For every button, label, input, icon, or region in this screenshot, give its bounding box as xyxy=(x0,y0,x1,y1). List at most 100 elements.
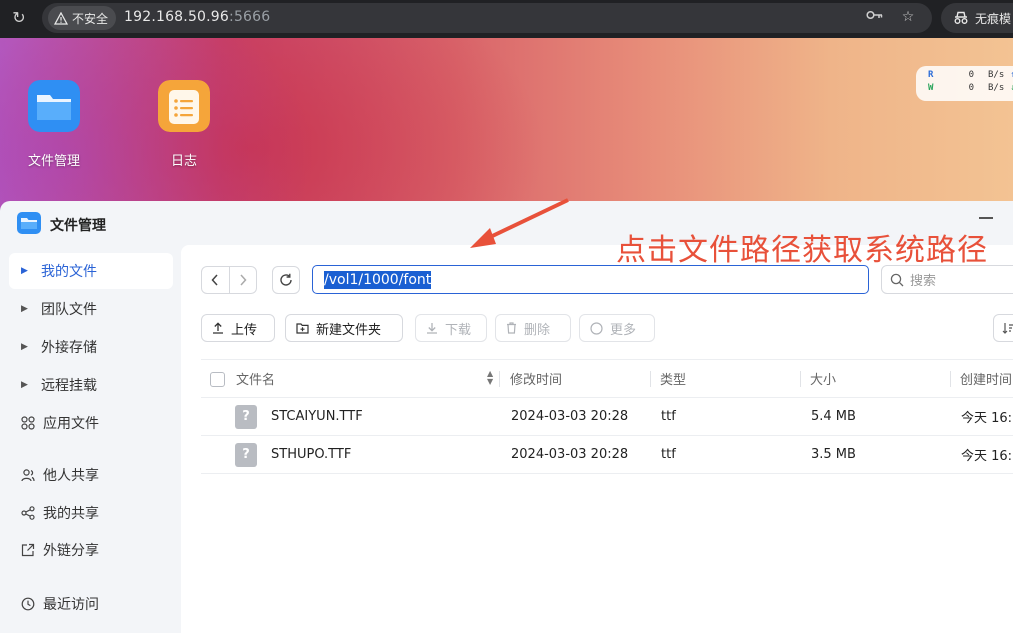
select-all-checkbox[interactable] xyxy=(210,372,225,387)
sidebar-item-team-files[interactable]: ▶ 团队文件 xyxy=(9,291,173,327)
network-speed-widget: R 0 B/s ↑ W 0 B/s ↓ xyxy=(916,66,1013,101)
read-unit: B/s xyxy=(988,70,1005,80)
sidebar-item-label: 应用文件 xyxy=(43,416,99,432)
search-icon xyxy=(890,273,904,286)
file-type: ttf xyxy=(661,447,676,462)
search-input[interactable]: 搜索 xyxy=(881,265,1013,294)
new-folder-button[interactable]: 新建文件夹 xyxy=(285,314,403,342)
column-header-size[interactable]: 大小 xyxy=(810,360,836,397)
column-divider[interactable] xyxy=(950,371,951,387)
caret-right-icon: ▶ xyxy=(21,380,28,390)
column-header-modified[interactable]: 修改时间 xyxy=(510,360,562,397)
bookmark-star-icon[interactable]: ☆ xyxy=(898,9,918,27)
sidebar-item-app-files[interactable]: 应用文件 xyxy=(9,405,173,441)
incognito-chip[interactable]: 无痕模 xyxy=(941,3,1013,33)
column-header-name[interactable]: 文件名 xyxy=(236,360,275,397)
caret-right-icon: ▶ xyxy=(21,266,28,276)
minimize-icon[interactable] xyxy=(979,217,993,219)
sidebar-item-recent[interactable]: 最近访问 xyxy=(9,586,173,622)
desktop-icon-logs[interactable]: 日志 xyxy=(144,80,224,169)
delete-button[interactable]: 删除 xyxy=(495,314,571,342)
desktop-icon-file-manager[interactable]: 文件管理 xyxy=(14,80,94,169)
browser-toolbar: ↻ 不安全 192.168.50.96:5666 ☆ 无痕模 xyxy=(0,0,1013,38)
caret-right-icon: ▶ xyxy=(21,342,28,352)
upload-button[interactable]: 上传 xyxy=(201,314,275,342)
sidebar-item-label: 团队文件 xyxy=(41,302,97,318)
security-label: 不安全 xyxy=(72,11,109,26)
refresh-icon xyxy=(280,273,292,286)
desktop-icon-label: 日志 xyxy=(170,154,197,169)
sort-button[interactable] xyxy=(993,314,1013,342)
path-text: /vol1/1000/font xyxy=(324,270,432,289)
annotation-text: 点击文件路径获取系统路径 xyxy=(616,233,988,268)
sidebar-item-remote-mount[interactable]: ▶ 远程挂载 xyxy=(9,367,173,403)
unknown-file-icon: ? xyxy=(235,405,257,429)
sort-order-icon[interactable]: ▲ ▼ xyxy=(487,370,493,386)
column-header-created[interactable]: 创建时间 xyxy=(960,360,1012,397)
folder-app-icon xyxy=(28,80,80,132)
column-divider[interactable] xyxy=(800,371,801,387)
sidebar-item-label: 他人共享 xyxy=(43,468,99,484)
file-modified: 2024-03-03 20:28 xyxy=(511,409,629,424)
more-button[interactable]: 更多 xyxy=(579,314,655,342)
sidebar-item-link-shares[interactable]: 外链分享 xyxy=(9,532,173,568)
upload-icon xyxy=(212,322,224,334)
desktop-icon-label: 文件管理 xyxy=(27,154,80,169)
read-value: 0 xyxy=(968,70,974,80)
incognito-label: 无痕模 xyxy=(975,11,1012,26)
read-label: R xyxy=(928,70,934,80)
download-button[interactable]: 下载 xyxy=(415,314,487,342)
sidebar-item-shared-with-me[interactable]: 他人共享 xyxy=(9,457,173,493)
trash-icon xyxy=(506,322,517,334)
sidebar-item-label: 最近访问 xyxy=(43,597,99,613)
apps-grid-icon xyxy=(21,416,35,430)
write-value: 0 xyxy=(968,83,974,93)
sidebar-item-external-storage[interactable]: ▶ 外接存储 xyxy=(9,329,173,365)
folder-app-icon xyxy=(17,212,41,234)
more-label: 更多 xyxy=(610,322,637,338)
external-link-icon xyxy=(21,543,35,557)
column-divider[interactable] xyxy=(650,371,651,387)
back-button[interactable] xyxy=(202,267,229,293)
annotation-arrow xyxy=(470,198,569,248)
more-circle-icon xyxy=(590,321,603,335)
table-header: 文件名 ▲ ▼ 修改时间 类型 大小 创建时间 xyxy=(201,359,1013,398)
file-table: 文件名 ▲ ▼ 修改时间 类型 大小 创建时间 ? STCAIYUN.TTF 20… xyxy=(201,359,1013,474)
file-type: ttf xyxy=(661,409,676,424)
column-header-type[interactable]: 类型 xyxy=(660,360,686,397)
file-created: 今天 16:5 xyxy=(961,449,1013,464)
key-icon[interactable] xyxy=(865,9,885,27)
folder-plus-icon xyxy=(296,322,309,334)
security-chip[interactable]: 不安全 xyxy=(48,6,117,30)
table-row[interactable]: ? STHUPO.TTF 2024-03-03 20:28 ttf 3.5 MB… xyxy=(201,436,1013,474)
clock-icon xyxy=(21,597,35,611)
column-divider[interactable] xyxy=(499,371,500,387)
write-unit: B/s xyxy=(988,83,1005,93)
window-title: 文件管理 xyxy=(50,218,106,234)
file-modified: 2024-03-03 20:28 xyxy=(511,447,629,462)
refresh-button[interactable] xyxy=(272,266,300,294)
browser-reload-icon[interactable]: ↻ xyxy=(8,7,30,29)
table-row[interactable]: ? STCAIYUN.TTF 2024-03-03 20:28 ttf 5.4 … xyxy=(201,398,1013,436)
chevron-right-icon xyxy=(240,274,247,286)
forward-button[interactable] xyxy=(228,267,256,293)
sidebar-item-my-files[interactable]: ▶ 我的文件 xyxy=(9,253,173,289)
download-icon xyxy=(426,322,438,334)
file-name: STCAIYUN.TTF xyxy=(271,409,363,424)
address-bar[interactable]: 不安全 192.168.50.96:5666 ☆ xyxy=(42,3,932,33)
sidebar-item-my-shares[interactable]: 我的共享 xyxy=(9,495,173,531)
caret-right-icon: ▶ xyxy=(21,304,28,314)
incognito-icon xyxy=(954,11,968,24)
url-port: :5666 xyxy=(229,9,271,25)
chevron-left-icon xyxy=(211,274,219,286)
url-text[interactable]: 192.168.50.96:5666 xyxy=(124,9,270,25)
file-size: 5.4 MB xyxy=(811,409,856,424)
users-icon xyxy=(21,468,35,482)
path-input[interactable]: /vol1/1000/font xyxy=(312,265,869,294)
history-nav xyxy=(201,266,257,294)
delete-label: 删除 xyxy=(524,322,551,338)
sidebar-item-label: 我的共享 xyxy=(43,506,99,522)
upload-label: 上传 xyxy=(231,322,258,338)
sidebar-item-label: 外接存储 xyxy=(41,340,97,356)
file-created: 今天 16:5 xyxy=(961,411,1013,426)
